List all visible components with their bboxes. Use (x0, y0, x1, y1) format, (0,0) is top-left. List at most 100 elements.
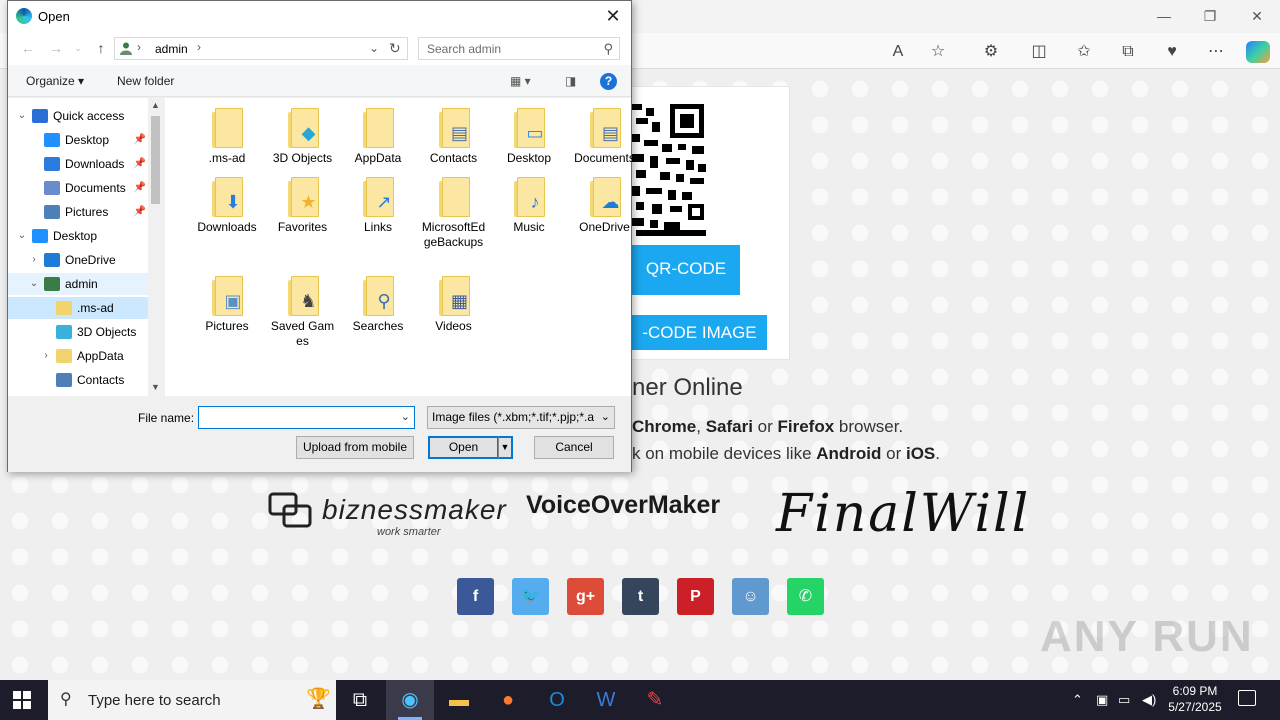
generate-qr-code-button[interactable]: QR-CODE (632, 245, 740, 295)
navigation-scrollbar[interactable]: ▲ ▼ (148, 98, 163, 396)
dialog-close-button[interactable]: ✕ (601, 5, 625, 27)
close-window-button[interactable]: ✕ (1245, 6, 1269, 26)
restore-button[interactable]: ❐ (1198, 6, 1222, 26)
read-aloud-icon[interactable]: A (887, 41, 909, 63)
outlook-icon[interactable]: O (533, 680, 581, 720)
tree-expander-icon[interactable]: ⌄ (16, 225, 28, 247)
up-arrow-icon[interactable]: ↑ (93, 40, 109, 56)
file-item[interactable]: .ms-ad (189, 108, 265, 166)
tree-item[interactable]: Contacts (8, 369, 148, 391)
volume-icon[interactable]: ◀) (1142, 692, 1156, 708)
tray-chevron-icon[interactable]: ⌃ (1072, 692, 1083, 708)
tree-item[interactable]: Desktop 📌 (8, 129, 148, 151)
file-item[interactable]: ▦ Videos (416, 276, 492, 334)
address-dropdown-icon[interactable]: ⌄ (369, 41, 379, 55)
voiceovermaker-logo[interactable]: VoiceOverMaker (526, 491, 720, 520)
preview-pane-icon[interactable]: ◨ (565, 74, 576, 88)
upload-from-mobile-button[interactable]: Upload from mobile (296, 436, 414, 459)
file-item[interactable]: ▤ Contacts (416, 108, 492, 166)
tree-item[interactable]: Documents 📌 (8, 177, 148, 199)
back-arrow-icon[interactable]: ← (20, 40, 36, 56)
refresh-icon[interactable]: ↻ (389, 40, 401, 57)
tree-item[interactable]: › AppData (8, 345, 148, 367)
file-item[interactable]: ☁ OneDrive (567, 177, 643, 235)
tree-item[interactable]: .ms-ad (8, 297, 148, 319)
finalwill-logo[interactable]: FinalWill (776, 484, 1030, 544)
start-button[interactable] (13, 691, 31, 709)
file-type-select[interactable]: Image files (*.xbm;*.tif;*.pjp;*.a ⌄ (427, 406, 615, 429)
file-explorer-icon[interactable]: ▬ (435, 680, 483, 720)
scroll-up-icon[interactable]: ▲ (150, 100, 161, 110)
breadcrumb-separator-icon[interactable]: › (197, 40, 201, 54)
facebook-share-button[interactable]: f (457, 578, 494, 615)
help-icon[interactable]: ? (600, 73, 617, 90)
whatsapp-share-button[interactable]: ✆ (787, 578, 824, 615)
extensions-icon[interactable]: ⚙ (980, 41, 1002, 63)
tree-item[interactable]: 3D Objects (8, 321, 148, 343)
split-screen-icon[interactable]: ◫ (1028, 41, 1050, 63)
pinterest-share-button[interactable]: P (677, 578, 714, 615)
device-icon[interactable]: ▣ (1096, 692, 1108, 708)
favorites-icon[interactable]: ✩ (1073, 41, 1095, 63)
notification-icon[interactable] (1238, 690, 1256, 706)
collections-icon[interactable]: ⧉ (1117, 41, 1139, 63)
tree-item[interactable]: ⌄ admin (8, 273, 148, 295)
app-icon[interactable]: ✎ (631, 680, 679, 720)
tumblr-share-button[interactable]: t (622, 578, 659, 615)
recent-chevron-icon[interactable]: ⌄ (70, 40, 86, 56)
tree-item[interactable]: ⌄ Desktop (8, 225, 148, 247)
biznessmaker-logo-icon[interactable] (268, 490, 314, 530)
tree-item[interactable]: Pictures 📌 (8, 201, 148, 223)
google-plus-share-button[interactable]: g+ (567, 578, 604, 615)
file-item[interactable]: ▤ Documents (567, 108, 643, 166)
download-qr-image-button[interactable]: -CODE IMAGE (632, 315, 767, 350)
file-item[interactable]: AppData (340, 108, 416, 166)
word-icon[interactable]: W (582, 680, 630, 720)
address-bar[interactable]: › admin › ⌄ ↻ (114, 37, 408, 60)
open-options-dropdown-icon[interactable]: ▼ (498, 436, 513, 459)
clock[interactable]: 6:09 PM 5/27/2025 (1160, 683, 1230, 715)
twitter-share-button[interactable]: 🐦 (512, 578, 549, 615)
tree-expander-icon[interactable]: › (40, 345, 52, 367)
tree-expander-icon[interactable]: ⌄ (16, 105, 28, 127)
search-box[interactable]: Search admin ⚲ (418, 37, 620, 60)
breadcrumb-admin[interactable]: admin (155, 42, 188, 56)
favorite-star-icon[interactable]: ☆ (927, 41, 949, 63)
file-name-dropdown-icon[interactable]: ⌄ (401, 410, 410, 423)
open-button[interactable]: Open (428, 436, 499, 459)
reddit-share-button[interactable]: ☺ (732, 578, 769, 615)
cancel-button[interactable]: Cancel (534, 436, 614, 459)
view-options-icon[interactable]: ▦ ▾ (510, 74, 531, 88)
tree-item[interactable]: Downloads 📌 (8, 153, 148, 175)
taskbar-search[interactable]: ⚲ Type here to search 🏆 (48, 680, 336, 720)
file-item[interactable]: ↗ Links (340, 177, 416, 235)
file-item[interactable]: ♞ Saved Games (265, 276, 341, 349)
tree-item[interactable]: ⌄ Quick access (8, 105, 148, 127)
scroll-down-icon[interactable]: ▼ (150, 382, 161, 392)
copilot-icon[interactable] (1246, 41, 1270, 63)
scroll-thumb[interactable] (151, 116, 160, 204)
tree-expander-icon[interactable]: › (28, 249, 40, 271)
file-item[interactable]: ▭ Desktop (491, 108, 567, 166)
file-item[interactable]: ★ Favorites (265, 177, 341, 235)
tree-item[interactable]: › OneDrive (8, 249, 148, 271)
firefox-icon[interactable]: ● (484, 680, 532, 720)
biznessmaker-logo[interactable]: biznessmaker (322, 494, 507, 526)
file-item[interactable]: ⬇ Downloads (189, 177, 265, 235)
more-menu-icon[interactable]: ⋯ (1205, 41, 1227, 63)
forward-arrow-icon[interactable]: → (48, 40, 64, 56)
tree-expander-icon[interactable]: ⌄ (28, 273, 40, 295)
minimize-button[interactable]: — (1152, 6, 1176, 26)
file-item[interactable]: MicrosoftEdgeBackups (416, 177, 492, 250)
new-folder-button[interactable]: New folder (117, 74, 174, 88)
edge-taskbar-icon[interactable]: ◉ (386, 680, 434, 720)
file-item[interactable]: ▣ Pictures (189, 276, 265, 334)
file-item[interactable]: ◆ 3D Objects (265, 108, 341, 166)
file-item[interactable]: ♪ Music (491, 177, 567, 235)
performance-icon[interactable]: ♥ (1161, 41, 1183, 63)
task-view-icon[interactable]: ⧉ (336, 680, 384, 720)
file-name-input[interactable]: ⌄ (198, 406, 415, 429)
file-item[interactable]: ⚲ Searches (340, 276, 416, 334)
organize-menu[interactable]: Organize ▾ (26, 74, 84, 88)
network-icon[interactable]: ▭ (1118, 692, 1130, 708)
